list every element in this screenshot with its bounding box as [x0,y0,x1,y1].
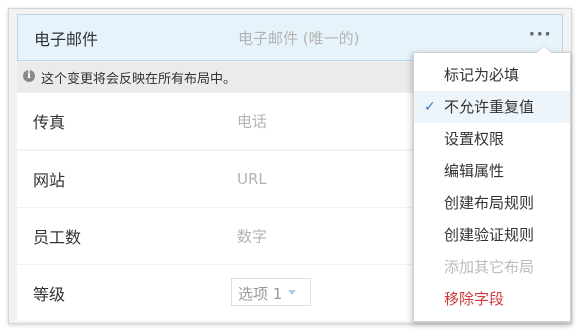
menu-item-label: 编辑属性 [444,162,505,180]
field-placeholder: 数字 [237,227,268,246]
chevron-down-icon [288,290,296,295]
menu-item-label: 不允许重复值 [444,98,535,116]
field-label: 网站 [33,171,66,190]
menu-item-label: 设置权限 [444,130,505,148]
menu-item-label: 创建布局规则 [444,194,535,212]
menu-item-create-validation-rule[interactable]: 创建验证规则 [414,219,570,251]
menu-item-no-duplicates[interactable]: ✓ 不允许重复值 [414,91,570,123]
field-options-menu: 标记为必填 ✓ 不允许重复值 设置权限 编辑属性 创建布局规则 创建验证规则 添… [413,45,571,322]
more-options-button[interactable]: ··· [528,26,552,44]
field-placeholder: 电话 [237,112,268,131]
field-label: 传真 [33,113,66,132]
menu-item-set-permissions[interactable]: 设置权限 [414,123,570,155]
menu-pointer [536,45,552,53]
menu-item-create-layout-rule[interactable]: 创建布局规则 [414,187,570,219]
menu-item-remove-field[interactable]: 移除字段 [414,283,570,315]
notice-text: 这个变更将会反映在所有布局中。 [41,72,237,87]
field-placeholder: URL [237,170,267,188]
info-icon: i [23,70,35,82]
checkmark-icon: ✓ [424,99,436,115]
level-select[interactable]: 选项 1 [231,278,311,306]
menu-item-label: 移除字段 [444,290,505,308]
field-label: 电子邮件 [34,29,99,49]
select-value: 选项 1 [238,285,283,303]
field-label: 员工数 [33,228,82,247]
field-label: 等级 [33,285,66,304]
menu-item-label: 标记为必填 [444,66,520,84]
menu-item-edit-properties[interactable]: 编辑属性 [414,155,570,187]
menu-item-add-other-layout: 添加其它布局 [414,251,570,283]
menu-item-label: 添加其它布局 [444,258,535,276]
menu-item-label: 创建验证规则 [444,226,535,244]
menu-item-mark-required[interactable]: 标记为必填 [414,59,570,91]
field-placeholder: 电子邮件 (唯一的) [238,29,360,47]
